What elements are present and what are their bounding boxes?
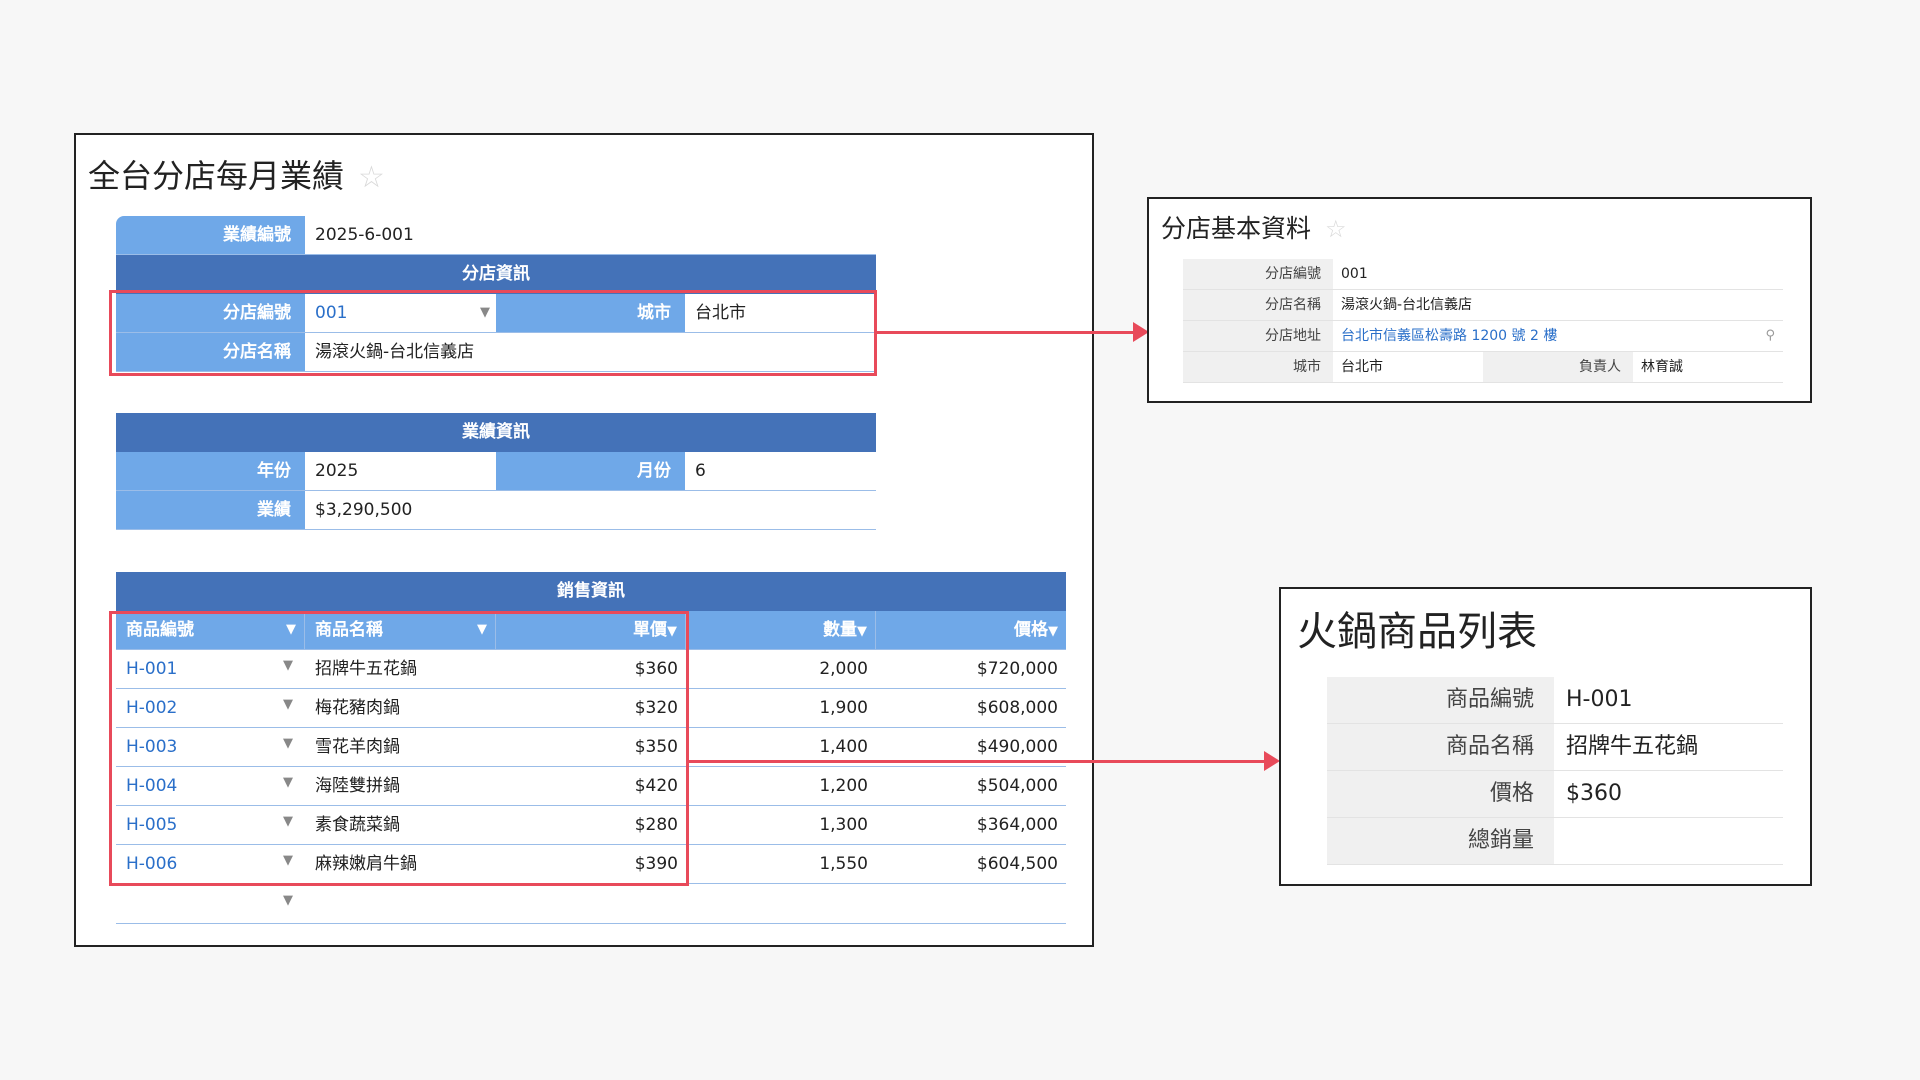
price-cell: $608,000 [876, 689, 1066, 727]
quantity-cell-text: 1,200 [819, 776, 868, 796]
arrow-to-branch-card [877, 331, 1139, 334]
branch-card-address-value[interactable]: 台北市信義區松壽路 1200 號 2 樓 [1341, 328, 1557, 344]
dropdown-caret-icon[interactable]: ▼ [283, 882, 293, 920]
product-card-price-row: 價格 $360 [1327, 771, 1783, 818]
quantity-cell: 2,000 [686, 650, 876, 688]
branch-card-name-label: 分店名稱 [1183, 290, 1333, 320]
quantity-cell-text: 1,400 [819, 737, 868, 757]
product-card-total-row: 總銷量 [1327, 818, 1783, 865]
quantity-cell: 1,550 [686, 845, 876, 883]
branch-card-address-row: 分店地址 台北市信義區松壽路 1200 號 2 樓 ⚲ [1183, 321, 1783, 352]
branch-card-manager-value: 林育誠 [1633, 352, 1783, 382]
price-cell-text: $364,000 [976, 815, 1058, 835]
product-card-price-label: 價格 [1327, 771, 1554, 817]
product-columns-highlight [109, 611, 689, 886]
branch-card-city-value: 台北市 [1333, 352, 1483, 382]
price-cell-text: $490,000 [976, 737, 1058, 757]
record-no-value[interactable]: 2025-6-001 [305, 216, 876, 254]
revenue-label: 業績 [116, 491, 305, 529]
star-icon[interactable]: ☆ [358, 160, 385, 195]
product-card-code-row: 商品編號 H-001 [1327, 677, 1783, 724]
year-month-row: 年份 2025 月份 6 [116, 452, 876, 491]
form-title-wrap: 全台分店每月業績 ☆ [88, 151, 385, 197]
branch-section-header: 分店資訊 [116, 255, 876, 294]
branch-card-manager-label: 負責人 [1483, 352, 1633, 382]
branch-card-code-value: 001 [1333, 259, 1783, 289]
sales-empty-row[interactable]: ▼ [116, 885, 1066, 924]
year-value[interactable]: 2025 [305, 452, 496, 490]
price-cell-text: $608,000 [976, 698, 1058, 718]
arrow-right-icon [1264, 751, 1280, 771]
branch-card-address-field[interactable]: 台北市信義區松壽路 1200 號 2 樓 ⚲ [1333, 321, 1783, 351]
quantity-cell: 1,300 [686, 806, 876, 844]
branch-card-title-wrap: 分店基本資料 ☆ [1161, 209, 1347, 245]
performance-section-header: 業績資訊 [116, 413, 876, 452]
branch-card-code-label: 分店編號 [1183, 259, 1333, 289]
col-price-label: 價格 [1014, 620, 1048, 640]
branch-card-city-label: 城市 [1183, 352, 1333, 382]
quantity-cell-text: 2,000 [819, 659, 868, 679]
branch-card-code-row: 分店編號 001 [1183, 259, 1783, 290]
quantity-cell-text: 1,300 [819, 815, 868, 835]
branch-card-name-value: 湯滾火鍋-台北信義店 [1333, 290, 1783, 320]
branch-card-address-label: 分店地址 [1183, 321, 1333, 351]
branch-info-highlight [109, 290, 877, 376]
product-card-name-label: 商品名稱 [1327, 724, 1554, 770]
product-list-card: 火鍋商品列表 商品編號 H-001 商品名稱 招牌牛五花鍋 價格 $360 總銷… [1279, 587, 1812, 886]
col-header-quantity[interactable]: 數量▼ [686, 611, 876, 649]
col-quantity-label: 數量 [823, 620, 857, 640]
sort-caret-icon[interactable]: ▼ [1048, 624, 1058, 639]
product-card-name-row: 商品名稱 招牌牛五花鍋 [1327, 724, 1783, 771]
branch-info-card: 分店基本資料 ☆ 分店編號 001 分店名稱 湯滾火鍋-台北信義店 分店地址 台北… [1147, 197, 1812, 403]
product-card-price-value: $360 [1554, 771, 1783, 817]
price-cell: $364,000 [876, 806, 1066, 844]
star-icon[interactable]: ☆ [1325, 215, 1347, 243]
col-header-price[interactable]: 價格▼ [876, 611, 1066, 649]
quantity-cell-text: 1,900 [819, 698, 868, 718]
product-card-code-label: 商品編號 [1327, 677, 1554, 723]
product-card-name-value: 招牌牛五花鍋 [1554, 724, 1783, 770]
branch-card-city-row: 城市 台北市 負責人 林育誠 [1183, 352, 1783, 383]
arrow-to-product-card [689, 760, 1270, 763]
branch-card-name-row: 分店名稱 湯滾火鍋-台北信義店 [1183, 290, 1783, 321]
product-card-code-value: H-001 [1554, 677, 1783, 723]
branch-card-title: 分店基本資料 [1161, 214, 1312, 243]
price-cell-text: $604,500 [976, 854, 1058, 874]
sales-section-header: 銷售資訊 [116, 572, 1066, 611]
sort-caret-icon[interactable]: ▼ [857, 624, 867, 639]
month-value[interactable]: 6 [685, 452, 876, 490]
quantity-cell-text: 1,550 [819, 854, 868, 874]
year-label: 年份 [116, 452, 305, 490]
product-card-total-value [1554, 818, 1783, 864]
price-cell-text: $504,000 [976, 776, 1058, 796]
record-no-label: 業績編號 [116, 216, 305, 254]
price-cell: $604,500 [876, 845, 1066, 883]
record-no-row: 業績編號 2025-6-001 [116, 216, 876, 255]
price-cell: $504,000 [876, 767, 1066, 805]
price-cell-text: $720,000 [976, 659, 1058, 679]
product-card-total-label: 總銷量 [1327, 818, 1554, 864]
product-card-title: 火鍋商品列表 [1297, 609, 1537, 655]
revenue-row: 業績 $3,290,500 [116, 491, 876, 530]
form-title: 全台分店每月業績 [88, 157, 345, 195]
quantity-cell: 1,900 [686, 689, 876, 727]
map-pin-icon[interactable]: ⚲ [1765, 321, 1775, 351]
month-label: 月份 [496, 452, 685, 490]
price-cell: $720,000 [876, 650, 1066, 688]
quantity-cell: 1,200 [686, 767, 876, 805]
revenue-value[interactable]: $3,290,500 [305, 491, 876, 529]
empty-code-cell[interactable]: ▼ [116, 885, 305, 923]
